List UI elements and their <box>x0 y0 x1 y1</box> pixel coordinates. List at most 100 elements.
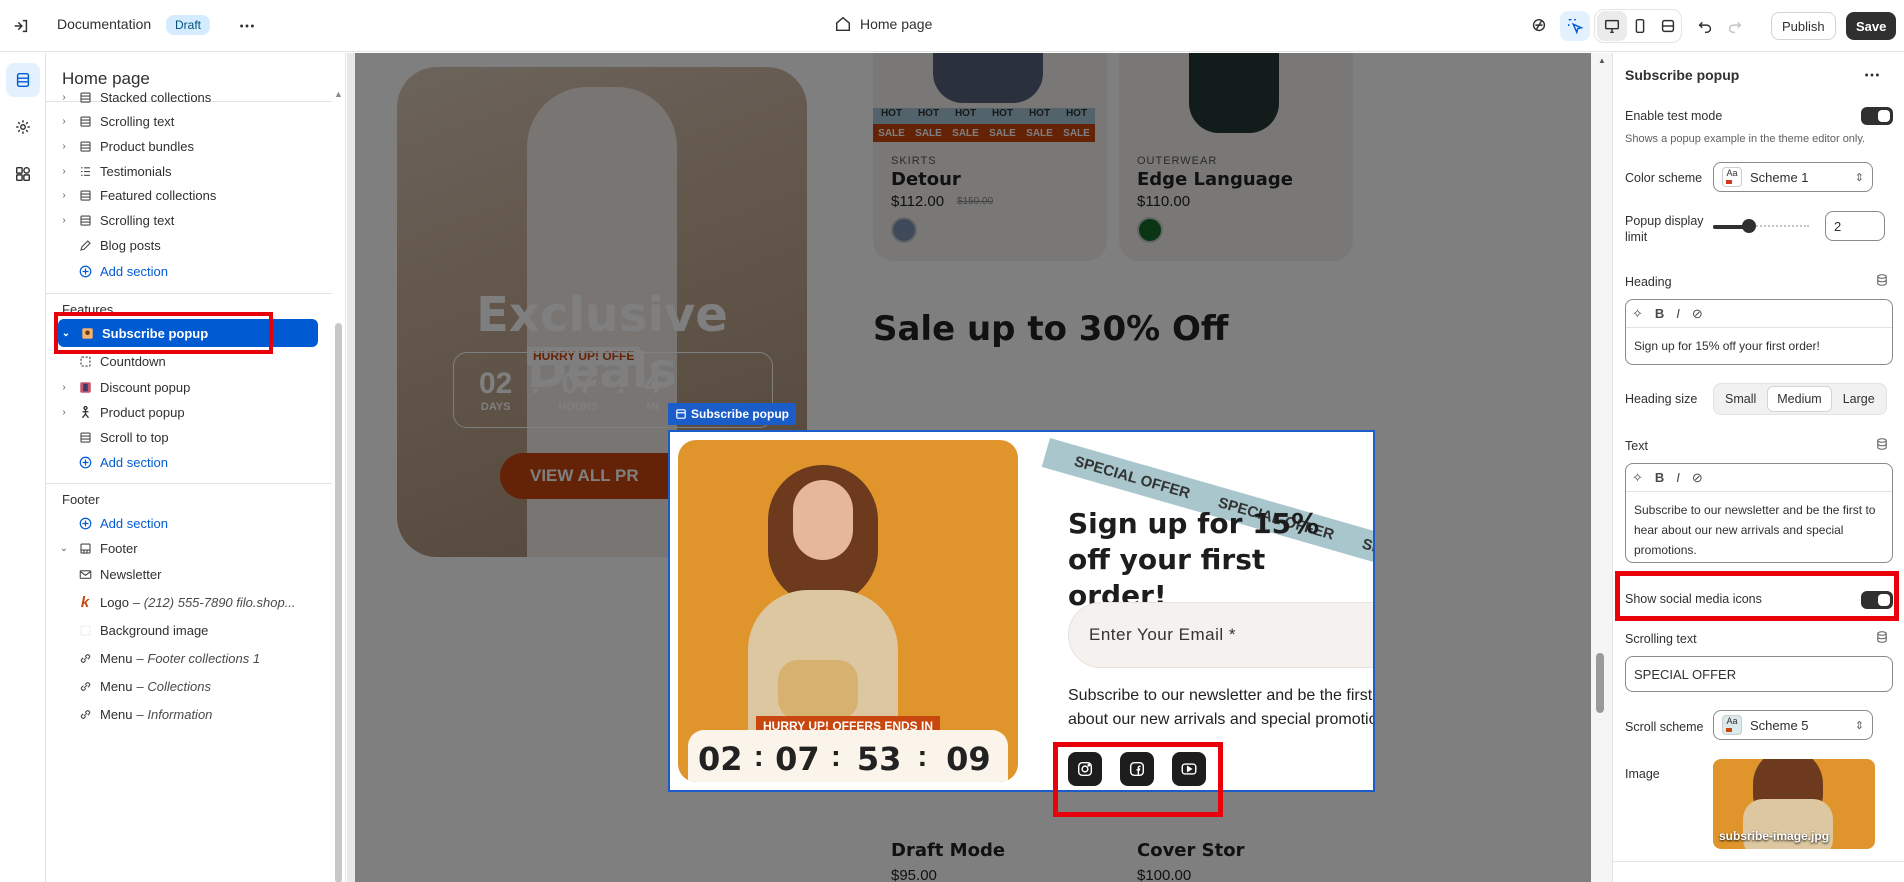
edit-icon <box>76 236 94 254</box>
scrolling-text-label: Scrolling text <box>1625 632 1697 646</box>
block-label: Menu <box>100 706 133 722</box>
scroll-scheme-select[interactable]: Aa Scheme 5 ⇕ <box>1713 710 1873 740</box>
footer-block[interactable]: Menu – Footer collections 1 <box>72 644 342 672</box>
display-limit-slider[interactable] <box>1713 219 1809 233</box>
scroll-up-icon[interactable]: ▲ <box>334 89 343 99</box>
heading-size-option[interactable]: Small <box>1716 386 1765 412</box>
section-item[interactable]: Blog posts <box>56 231 326 259</box>
test-mode-help: Shows a popup example in the theme edito… <box>1625 133 1866 145</box>
layout-icon <box>76 113 94 131</box>
section-subscribe-popup[interactable]: ⌄ Subscribe popup <box>58 319 318 347</box>
test-mode-toggle[interactable] <box>1861 107 1893 125</box>
fullscreen-icon[interactable] <box>1653 11 1683 41</box>
heading-editor[interactable]: ✧ B I ⊘ Sign up for 15% off your first orde… <box>1625 299 1893 365</box>
chevron-right-icon[interactable]: › <box>56 166 72 177</box>
facebook-icon[interactable] <box>1120 752 1154 786</box>
select-arrows-icon: ⇕ <box>1854 171 1864 184</box>
undo-icon[interactable] <box>1690 11 1720 41</box>
layout-icon <box>76 428 94 446</box>
apps-icon[interactable] <box>6 157 40 191</box>
dynamic-source-icon[interactable] <box>1875 630 1889 647</box>
bold-icon[interactable]: B <box>1655 306 1664 321</box>
link-icon[interactable]: ⊘ <box>1692 470 1703 486</box>
inspector-icon[interactable] <box>1524 11 1554 41</box>
section-scroll-to-top[interactable]: Scroll to top <box>56 423 326 451</box>
select-element-icon[interactable] <box>1560 11 1590 41</box>
footer-block[interactable]: Newsletter <box>72 560 342 588</box>
youtube-icon[interactable] <box>1172 752 1206 786</box>
section-label: Product bundles <box>100 138 194 154</box>
plus-circle-icon <box>76 262 94 280</box>
more-actions-icon[interactable] <box>232 11 262 41</box>
countdown-separator: : <box>753 740 764 773</box>
heading-size-option[interactable]: Medium <box>1767 386 1832 412</box>
section-product-popup[interactable]: › Product popup <box>56 398 326 426</box>
email-input[interactable]: Enter Your Email * <box>1068 602 1373 668</box>
section-label: Featured collections <box>100 188 217 204</box>
home-icon <box>835 16 851 32</box>
select-arrows-icon: ⇕ <box>1854 719 1864 732</box>
text-editor-text[interactable]: Subscribe to our newsletter and be the f… <box>1626 492 1892 562</box>
chevron-right-icon[interactable]: › <box>56 116 72 127</box>
heading-size-option[interactable]: Large <box>1834 386 1884 412</box>
popup-image: HURRY UP! OFFERS ENDS IN 02DAYS:07HOURS:… <box>678 440 1018 782</box>
italic-icon[interactable]: I <box>1676 470 1680 485</box>
magic-icon[interactable]: ✧ <box>1632 306 1643 322</box>
text-editor[interactable]: ✧ B I ⊘ Subscribe to our newsletter and be … <box>1625 463 1893 563</box>
chevron-right-icon[interactable]: › <box>56 141 72 152</box>
chevron-right-icon[interactable]: › <box>56 215 72 226</box>
display-limit-input[interactable]: 2 <box>1825 211 1885 241</box>
figure-icon <box>76 403 94 421</box>
publish-button[interactable]: Publish <box>1771 12 1836 40</box>
exit-icon[interactable] <box>6 11 36 41</box>
mobile-icon[interactable] <box>1625 11 1655 41</box>
instagram-icon[interactable] <box>1068 752 1102 786</box>
desktop-icon[interactable] <box>1597 11 1627 41</box>
block-countdown[interactable]: Countdown <box>72 347 342 375</box>
status-badge: Draft <box>166 15 211 35</box>
section-discount-popup[interactable]: › Discount popup <box>56 373 326 401</box>
image-picker[interactable]: subsribe-image.jpg <box>1713 759 1875 849</box>
chevron-right-icon[interactable]: › <box>56 92 72 103</box>
countdown-unit-label: DAYS <box>698 780 743 782</box>
scrolling-text-input[interactable]: SPECIAL OFFER <box>1625 656 1893 692</box>
settings-gear-icon[interactable] <box>6 110 40 144</box>
social-icons-label: Show social media icons <box>1625 592 1762 606</box>
store-name[interactable]: Documentation <box>57 16 151 32</box>
popup-text: Subscribe to our newsletter and be the f… <box>1068 687 1373 728</box>
social-icons-toggle[interactable] <box>1861 591 1893 609</box>
display-limit-label: Popup display limit <box>1625 214 1704 244</box>
add-section-button[interactable]: Add section <box>56 509 326 537</box>
add-section-label: Add section <box>100 454 168 470</box>
section-label: Footer <box>100 540 138 556</box>
link-icon[interactable]: ⊘ <box>1692 306 1703 322</box>
block-label: Newsletter <box>100 566 162 582</box>
page-selector[interactable]: Home page <box>834 15 932 33</box>
test-mode-label: Enable test mode <box>1625 109 1723 123</box>
bold-icon[interactable]: B <box>1655 470 1664 485</box>
footer-block[interactable]: Menu – Collections <box>72 672 342 700</box>
preview-scrollbar[interactable]: ▲ <box>1591 53 1612 882</box>
sections-icon[interactable] <box>6 63 40 97</box>
countdown-separator: : <box>830 740 841 773</box>
chevron-right-icon[interactable]: › <box>56 190 72 201</box>
add-section-button[interactable]: Add section <box>56 448 326 476</box>
heading-editor-text[interactable]: Sign up for 15% off your first order! <box>1626 328 1892 364</box>
save-button[interactable]: Save <box>1846 12 1897 40</box>
dynamic-source-icon[interactable] <box>1875 437 1889 454</box>
section-footer[interactable]: ⌄ Footer <box>56 534 326 562</box>
color-scheme-select[interactable]: Aa Scheme 1 ⇕ <box>1713 162 1873 192</box>
magic-icon[interactable]: ✧ <box>1632 470 1643 486</box>
italic-icon[interactable]: I <box>1676 306 1680 321</box>
dynamic-source-icon[interactable] <box>1875 273 1889 290</box>
footer-block[interactable]: Background image <box>72 616 342 644</box>
redo-icon[interactable] <box>1720 11 1750 41</box>
add-section-button[interactable]: Add section <box>56 257 326 285</box>
block-label: Countdown <box>100 353 166 369</box>
footer-block[interactable]: Menu – Information <box>72 700 342 728</box>
more-icon[interactable] <box>1857 60 1887 90</box>
footer-block[interactable]: k Logo – (212) 555-7890 filo.shop... <box>72 588 342 616</box>
section-label: Discount popup <box>100 379 191 395</box>
popup-tag[interactable]: Subscribe popup <box>668 403 797 425</box>
section-label: Testimonials <box>100 163 172 179</box>
